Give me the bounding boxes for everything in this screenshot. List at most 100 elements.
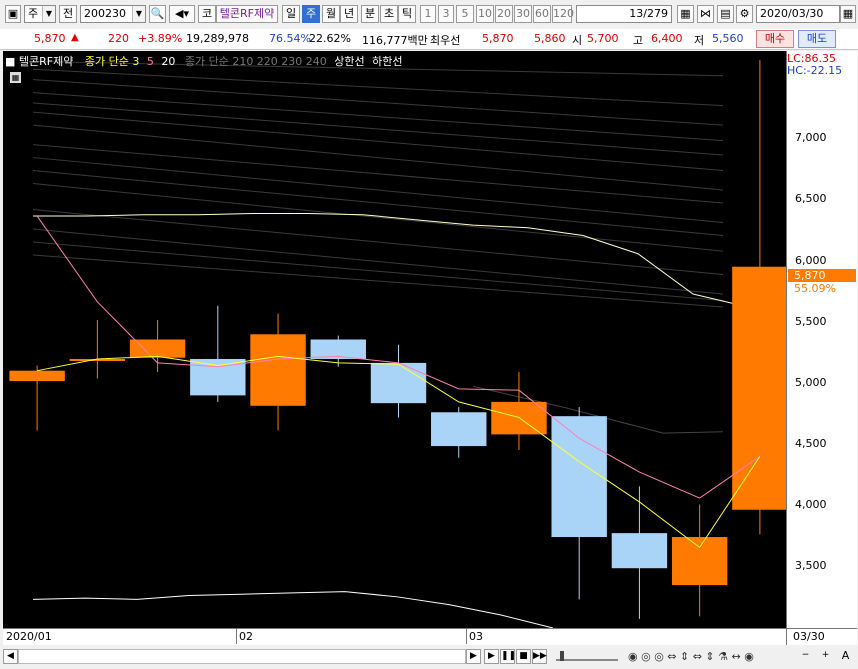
tick-label: 4,000 xyxy=(795,498,827,511)
sell-button[interactable]: 매도 xyxy=(798,30,836,48)
calendar-icon[interactable]: ▦ xyxy=(840,5,856,23)
candle-body xyxy=(370,362,427,404)
play-icon[interactable]: ▶ xyxy=(484,649,499,664)
chevron-down-icon: ▼ xyxy=(42,6,55,22)
tab-week[interactable]: 주 xyxy=(302,5,320,23)
gear-icon[interactable]: ⚙ xyxy=(736,5,753,23)
hc-label: HC:-22.15 xyxy=(787,64,843,77)
legend-ma3: 종가 단순 3 xyxy=(84,55,140,68)
scroll-track[interactable] xyxy=(18,649,466,664)
date-divider xyxy=(466,629,467,644)
count-3[interactable]: 3 xyxy=(438,5,454,23)
tick-label: 5,000 xyxy=(795,376,827,389)
count-1[interactable]: 1 xyxy=(420,5,436,23)
date-input[interactable]: 2020/03/30 xyxy=(756,5,840,23)
tab-year[interactable]: 년 xyxy=(340,5,358,23)
change-percent: +3.89% xyxy=(138,32,183,45)
current-price-marker: 5,870 xyxy=(788,269,856,282)
font-size-icon[interactable]: A xyxy=(838,649,853,664)
up-arrow-icon: ▲ xyxy=(71,32,79,43)
tab-day[interactable]: 일 xyxy=(282,5,300,23)
long-ma-line xyxy=(32,157,724,224)
tab-tick[interactable]: 틱 xyxy=(398,5,416,23)
code-value: 200230 xyxy=(84,7,126,20)
price-chart[interactable]: ■ 텔콘RF제약 종가 단순 3 5 20 종가 단순 210 220 230 … xyxy=(3,51,786,628)
navigation-bar: ◀ ▶ ▶ ❚❚ ■ ▶▶ ◉ ◎ ◎ ⇔ ⇕ ⇔ ⇕ ⚗ ↔ ◉ − + A xyxy=(0,646,858,669)
plus-icon[interactable]: + xyxy=(818,649,833,664)
fast-forward-icon[interactable]: ▶▶ xyxy=(532,649,547,664)
candle-body xyxy=(250,334,306,406)
quote-bar: 5,870 ▲ 220 +3.89% 19,289,978 76.54% 22.… xyxy=(0,29,858,50)
candle-body xyxy=(491,401,547,435)
pause-icon[interactable]: ❚❚ xyxy=(500,649,516,664)
date-label: 02 xyxy=(239,630,253,643)
volume: 19,289,978 xyxy=(186,32,249,45)
long-ma-line xyxy=(32,254,724,308)
tick-label: 6,500 xyxy=(795,192,827,205)
minus-icon[interactable]: − xyxy=(798,649,813,664)
best-label: 최우선 xyxy=(430,34,461,47)
code-button[interactable]: 코 xyxy=(198,5,216,23)
zoom-slider[interactable] xyxy=(552,649,622,664)
candle-body xyxy=(431,412,487,447)
long-ma-line xyxy=(32,79,724,126)
save-icon[interactable]: ▤ xyxy=(717,5,734,23)
scroll-left-icon[interactable]: ◀ xyxy=(3,649,18,664)
tab-month[interactable]: 월 xyxy=(322,5,340,23)
toolbar: ▣ 주 ▼ 전 200230 ▼ 🔍 ◀▾ 코 텔콘RF제약 일 주 월 년 분… xyxy=(0,0,858,30)
buy-button[interactable]: 매수 xyxy=(756,30,794,48)
count-60[interactable]: 60 xyxy=(533,5,551,23)
grid-toggle-icon[interactable]: ▦ xyxy=(10,72,21,83)
tab-second[interactable]: 초 xyxy=(380,5,398,23)
count-5[interactable]: 5 xyxy=(456,5,474,23)
legend-long-ma: 종가 단순 210 220 230 240 xyxy=(184,55,327,68)
low-label: 저 xyxy=(694,34,705,47)
slider-track xyxy=(556,659,618,661)
bid-price: 5,860 xyxy=(534,32,566,45)
tick-label: 6,000 xyxy=(795,254,827,267)
price-axis: LC:86.35 HC:-22.15 7,000 6,500 6,000 5,5… xyxy=(786,51,857,628)
code-input[interactable]: 200230 ▼ xyxy=(80,5,146,23)
count-30[interactable]: 30 xyxy=(514,5,532,23)
period-select[interactable]: 주 ▼ xyxy=(24,5,56,23)
stock-name[interactable]: 텔콘RF제약 xyxy=(216,5,278,23)
date-label: 2020/01 xyxy=(6,630,52,643)
legend-lower: 하한선 xyxy=(372,55,403,68)
all-button[interactable]: 전 xyxy=(59,5,77,23)
long-ma-line xyxy=(32,241,724,302)
low-price: 5,560 xyxy=(712,32,744,45)
stop-icon[interactable]: ■ xyxy=(516,649,531,664)
slider-thumb[interactable] xyxy=(560,651,564,661)
count-10[interactable]: 10 xyxy=(476,5,494,23)
turnover: 22.62% xyxy=(309,32,351,45)
volume-ratio: 76.54% xyxy=(269,32,311,45)
current-price: 5,870 xyxy=(34,32,66,45)
scroll-right-icon[interactable]: ▶ xyxy=(466,649,481,664)
long-ma-line xyxy=(32,111,724,172)
tab-minute[interactable]: 분 xyxy=(361,5,379,23)
candle-body xyxy=(551,416,607,538)
sound-icon[interactable]: ◀▾ xyxy=(169,5,195,23)
grid-icon[interactable]: ▦ xyxy=(677,5,694,23)
tick-label: 4,500 xyxy=(795,437,827,450)
count-20[interactable]: 20 xyxy=(495,5,513,23)
long-ma-line xyxy=(32,144,724,204)
page-counter[interactable]: 13/279 xyxy=(576,5,672,23)
date-value: 2020/03/30 xyxy=(760,7,824,20)
high-price: 6,400 xyxy=(651,32,683,45)
window-icon[interactable]: ▣ xyxy=(5,5,21,23)
candle-body xyxy=(732,266,786,510)
long-ma-line xyxy=(32,228,724,295)
legend-ma5: 5 xyxy=(146,55,154,68)
candle-body xyxy=(671,537,728,586)
date-label: 03 xyxy=(469,630,483,643)
count-120[interactable]: 120 xyxy=(552,5,574,23)
chart-legend: ■ 텔콘RF제약 종가 단순 3 5 20 종가 단순 210 220 230 … xyxy=(5,53,403,69)
page-counter-value: 13/279 xyxy=(629,7,668,20)
date-axis: 2020/01 02 03 xyxy=(3,628,786,645)
tick-label: 7,000 xyxy=(795,131,827,144)
chart-icon[interactable]: ⋈ xyxy=(697,5,714,23)
search-icon[interactable]: 🔍 xyxy=(149,5,166,23)
zoom-tools[interactable]: ◉ ◎ ◎ ⇔ ⇕ ⇔ ⇕ ⚗ ↔ ◉ xyxy=(628,650,754,663)
ask-price: 5,870 xyxy=(482,32,514,45)
